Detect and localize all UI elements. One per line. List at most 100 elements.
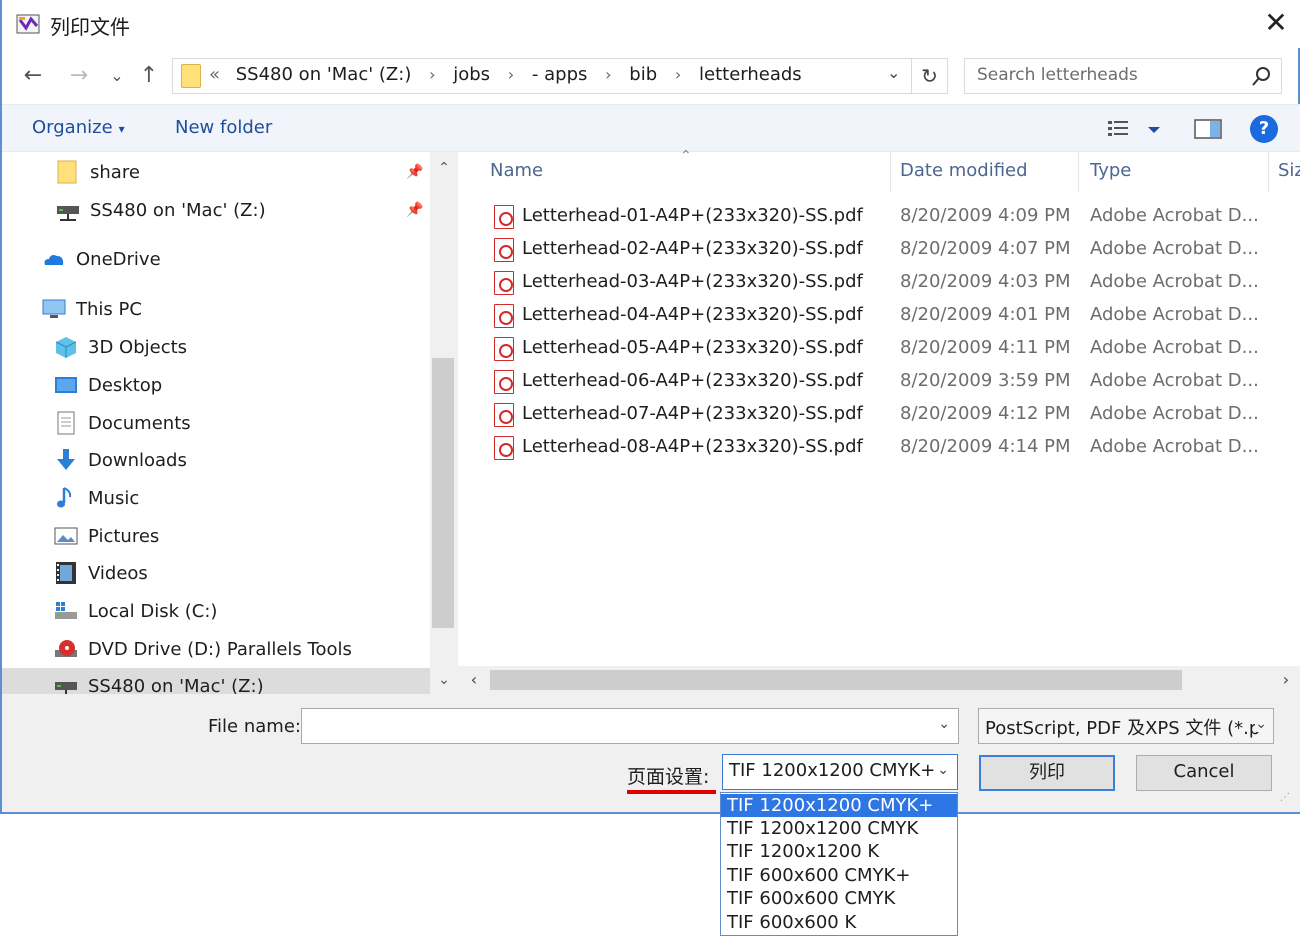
chevron-right-icon[interactable]: › xyxy=(675,65,681,84)
network-drive-icon xyxy=(54,674,78,694)
up-button[interactable]: ↑ xyxy=(134,62,164,90)
scroll-left-button[interactable]: ‹ xyxy=(460,666,488,694)
nav-item-network-drive[interactable]: SS480 on 'Mac' (Z:) xyxy=(56,194,266,226)
column-divider[interactable] xyxy=(890,152,891,192)
pdf-file-icon xyxy=(494,370,514,394)
nav-item-desktop[interactable]: Desktop xyxy=(54,369,162,401)
breadcrumb-item[interactable]: - apps xyxy=(532,64,587,85)
page-setup-option[interactable]: TIF 1200x1200 K xyxy=(721,840,957,863)
app-icon xyxy=(16,14,40,34)
pin-icon[interactable]: 📌 xyxy=(406,164,424,182)
nav-item-label: DVD Drive (D:) Parallels Tools xyxy=(88,638,352,660)
column-header-date[interactable]: Date modified xyxy=(900,160,1028,181)
nav-item-downloads[interactable]: Downloads xyxy=(54,444,187,476)
file-row[interactable]: Letterhead-04-A4P+(233x320)-SS.pdf 8/20/… xyxy=(488,300,1288,333)
forward-button[interactable]: → xyxy=(64,62,94,90)
navigation-pane: share 📌 SS480 on 'Mac' (Z:) 📌 OneDrive T… xyxy=(2,152,458,694)
scroll-down-button[interactable]: ⌄ xyxy=(430,666,458,694)
breadcrumb-overflow[interactable]: « xyxy=(209,64,220,85)
nav-item-dvd-drive[interactable]: DVD Drive (D:) Parallels Tools xyxy=(54,633,352,665)
close-button[interactable]: ✕ xyxy=(1254,6,1298,42)
computer-icon xyxy=(42,297,66,321)
nav-pane-scrollbar[interactable]: ⌃ ⌄ xyxy=(430,152,458,694)
file-name-label: File name: xyxy=(208,716,301,737)
breadcrumb-item[interactable]: SS480 on 'Mac' (Z:) xyxy=(236,64,412,85)
nav-item-label: 3D Objects xyxy=(88,336,188,358)
nav-item-label: SS480 on 'Mac' (Z:) xyxy=(90,199,266,221)
scrollbar-thumb[interactable] xyxy=(432,358,454,628)
page-setup-option[interactable]: TIF 1200x1200 CMYK+ xyxy=(721,794,957,817)
downloads-icon xyxy=(54,448,78,472)
print-button[interactable]: 列印 xyxy=(979,755,1115,791)
file-row[interactable]: Letterhead-05-A4P+(233x320)-SS.pdf 8/20/… xyxy=(488,333,1288,366)
scroll-right-button[interactable]: › xyxy=(1272,666,1300,694)
search-box[interactable]: Search letterheads xyxy=(964,58,1282,94)
chevron-down-icon[interactable]: ⌄ xyxy=(1255,716,1267,732)
page-setup-option[interactable]: TIF 600x600 K xyxy=(721,911,957,934)
page-setup-select[interactable]: TIF 1200x1200 CMYK+ ⌄ xyxy=(722,754,958,790)
file-name: Letterhead-07-A4P+(233x320)-SS.pdf xyxy=(522,403,863,424)
back-button[interactable]: ← xyxy=(18,62,48,90)
breadcrumb-item[interactable]: bib xyxy=(629,64,657,85)
pin-icon[interactable]: 📌 xyxy=(406,202,424,220)
file-row[interactable]: Letterhead-02-A4P+(233x320)-SS.pdf 8/20/… xyxy=(488,234,1288,267)
change-view-icon[interactable] xyxy=(1106,117,1166,141)
page-setup-option[interactable]: TIF 600x600 CMYK+ xyxy=(721,864,957,887)
nav-item-documents[interactable]: Documents xyxy=(54,407,191,439)
preview-pane-icon[interactable] xyxy=(1194,117,1222,141)
nav-item-local-disk[interactable]: Local Disk (C:) xyxy=(54,595,217,627)
file-row[interactable]: Letterhead-07-A4P+(233x320)-SS.pdf 8/20/… xyxy=(488,399,1288,432)
file-row[interactable]: Letterhead-01-A4P+(233x320)-SS.pdf 8/20/… xyxy=(488,201,1288,234)
file-row[interactable]: Letterhead-06-A4P+(233x320)-SS.pdf 8/20/… xyxy=(488,366,1288,399)
page-setup-option[interactable]: TIF 1200x1200 CMYK xyxy=(721,817,957,840)
scrollbar-thumb[interactable] xyxy=(490,670,1182,690)
chevron-down-icon[interactable]: ⌄ xyxy=(938,716,950,732)
refresh-button[interactable]: ↻ xyxy=(912,58,948,94)
nav-item-videos[interactable]: Videos xyxy=(54,557,148,589)
page-setup-option[interactable]: TIF 600x600 CMYK xyxy=(721,887,957,910)
file-row[interactable]: Letterhead-08-A4P+(233x320)-SS.pdf 8/20/… xyxy=(488,432,1288,465)
file-name: Letterhead-03-A4P+(233x320)-SS.pdf xyxy=(522,271,863,292)
column-header-size[interactable]: Siz xyxy=(1278,160,1300,181)
nav-item-3d-objects[interactable]: 3D Objects xyxy=(54,331,187,363)
nav-item-label: Pictures xyxy=(88,525,160,547)
chevron-down-icon[interactable]: ⌄ xyxy=(937,762,949,778)
column-divider[interactable] xyxy=(1268,152,1269,192)
address-history-dropdown[interactable]: ⌄ xyxy=(887,63,900,82)
pictures-icon xyxy=(54,524,78,548)
new-folder-button[interactable]: New folder xyxy=(175,117,272,138)
help-icon[interactable]: ? xyxy=(1250,115,1278,143)
file-name: Letterhead-01-A4P+(233x320)-SS.pdf xyxy=(522,205,863,226)
pdf-file-icon xyxy=(494,436,514,460)
nav-item-share[interactable]: share xyxy=(56,156,140,188)
column-header-type[interactable]: Type xyxy=(1090,160,1131,181)
file-type: Adobe Acrobat D... xyxy=(1090,403,1259,424)
videos-icon xyxy=(54,561,78,585)
file-type-value: PostScript, PDF 及XPS 文件 (*.p xyxy=(985,718,1261,739)
pdf-file-icon xyxy=(494,304,514,328)
cancel-button[interactable]: Cancel xyxy=(1136,755,1272,791)
nav-item-this-pc[interactable]: This PC xyxy=(42,293,142,325)
breadcrumb-item[interactable]: jobs xyxy=(453,64,490,85)
column-divider[interactable] xyxy=(1078,152,1079,192)
nav-item-pictures[interactable]: Pictures xyxy=(54,520,159,552)
print-dialog: 列印文件 ✕ ← → ⌄ ↑ « SS480 on 'Mac' (Z:) › j… xyxy=(0,0,1300,814)
column-header-name[interactable]: Name xyxy=(490,160,543,181)
chevron-right-icon[interactable]: › xyxy=(605,65,611,84)
nav-item-music[interactable]: Music xyxy=(54,482,139,514)
chevron-right-icon[interactable]: › xyxy=(429,65,435,84)
file-row[interactable]: Letterhead-03-A4P+(233x320)-SS.pdf 8/20/… xyxy=(488,267,1288,300)
resize-grip-icon[interactable]: ⋰ xyxy=(1280,792,1296,808)
file-type-select[interactable]: PostScript, PDF 及XPS 文件 (*.p ⌄ xyxy=(978,708,1274,744)
organize-button[interactable]: Organize ▾ xyxy=(32,117,125,138)
file-list-scrollbar[interactable]: ‹ › xyxy=(458,666,1300,694)
file-name-input[interactable]: ⌄ xyxy=(301,708,959,744)
scroll-up-button[interactable]: ⌃ xyxy=(430,154,458,182)
chevron-right-icon[interactable]: › xyxy=(508,65,514,84)
nav-item-network-drive-selected[interactable]: SS480 on 'Mac' (Z:) xyxy=(54,670,264,694)
recent-locations-button[interactable]: ⌄ xyxy=(102,62,132,90)
breadcrumb-item[interactable]: letterheads xyxy=(699,64,802,85)
desktop-icon xyxy=(54,373,78,397)
address-bar[interactable]: « SS480 on 'Mac' (Z:) › jobs › - apps › … xyxy=(172,58,912,94)
nav-item-onedrive[interactable]: OneDrive xyxy=(42,243,161,275)
